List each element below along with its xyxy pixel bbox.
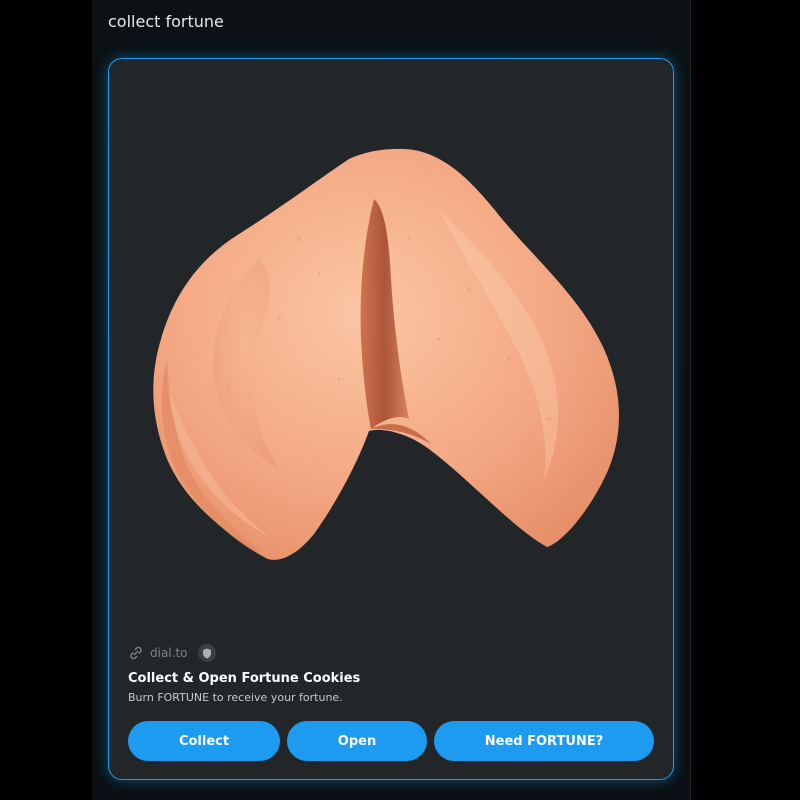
blink-card: dial.to Collect & Open Fortune Cookies B… [108, 58, 674, 780]
link-icon [128, 645, 144, 661]
card-description: Burn FORTUNE to receive your fortune. [128, 691, 343, 704]
fortune-cookie-image [109, 59, 673, 619]
post-text: collect fortune [108, 12, 224, 31]
column-divider [690, 0, 691, 800]
source-row: dial.to [128, 643, 216, 663]
open-button[interactable]: Open [287, 721, 427, 761]
shield-icon [197, 644, 216, 662]
card-title: Collect & Open Fortune Cookies [128, 671, 361, 686]
need-fortune-button[interactable]: Need FORTUNE? [434, 721, 654, 761]
source-domain[interactable]: dial.to [150, 646, 188, 660]
collect-button[interactable]: Collect [128, 721, 280, 761]
